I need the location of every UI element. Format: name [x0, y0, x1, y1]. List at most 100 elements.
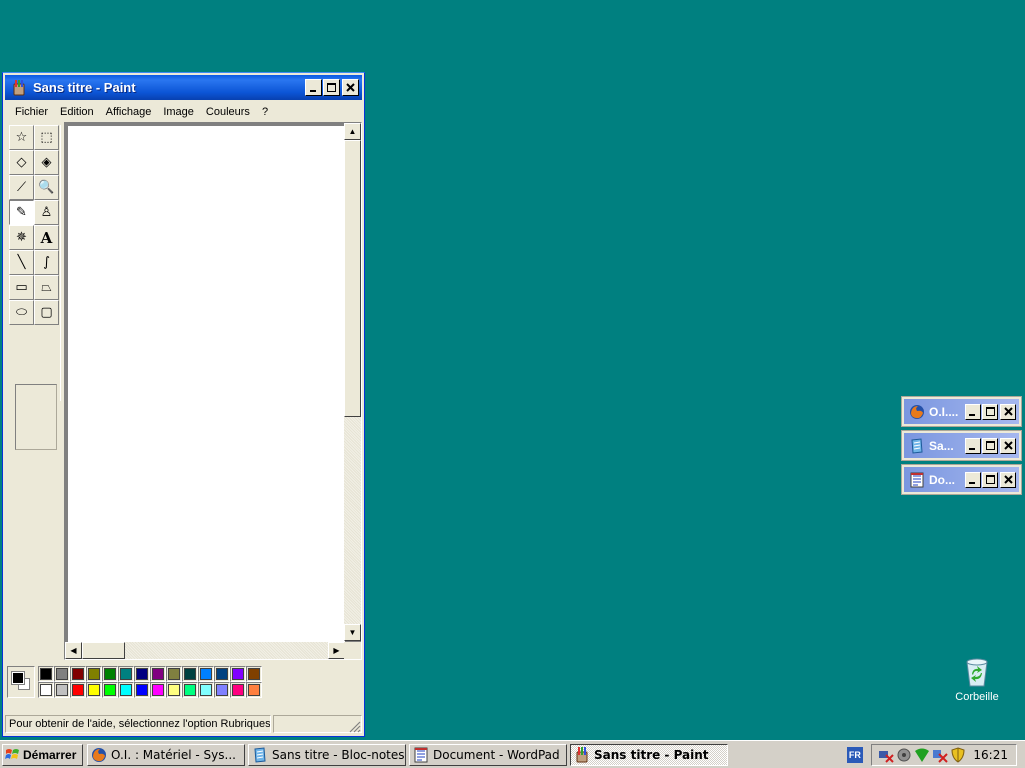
drawing-canvas[interactable] [68, 126, 345, 642]
color-swatch[interactable] [54, 666, 70, 682]
color-swatch[interactable] [214, 682, 230, 698]
tool-button[interactable]: A [34, 225, 59, 250]
clock[interactable]: 16:21 [973, 748, 1008, 762]
taskbar-button-wordpad[interactable]: Document - WordPad [409, 743, 567, 766]
tool-button[interactable]: 🔍 [34, 175, 59, 200]
menu-fichier[interactable]: Fichier [9, 106, 54, 118]
tool-button[interactable]: ╲ [9, 250, 34, 275]
tool-button[interactable]: ⬭ [9, 300, 34, 325]
tool-button[interactable]: ▭ [9, 275, 34, 300]
tool-button[interactable]: ☆ [9, 125, 34, 150]
color-swatch[interactable] [166, 666, 182, 682]
tool-button[interactable]: ✵ [9, 225, 34, 250]
color-swatch[interactable] [118, 666, 134, 682]
horizontal-scrollbar[interactable]: ◀ ▶ [65, 642, 345, 659]
canvas-area: ▲ ▼ ◀ ▶ [64, 122, 362, 660]
tool-button[interactable]: ⏢ [34, 275, 59, 300]
tool-button[interactable]: ⬚ [34, 125, 59, 150]
minimized-window-notepad[interactable]: Sa... [901, 430, 1022, 461]
rectangle-icon: ▭ [15, 280, 28, 295]
minimize-button[interactable] [305, 79, 322, 96]
restore-minimize-button[interactable] [965, 403, 981, 420]
paint-window[interactable]: Sans titre - Paint Fichier Edition Affic… [2, 72, 365, 737]
color-swatch[interactable] [134, 682, 150, 698]
firefox-icon [92, 747, 106, 762]
horizontal-scroll-thumb[interactable] [82, 642, 125, 659]
color-swatch[interactable] [166, 682, 182, 698]
tool-button[interactable]: ⟋ [9, 175, 34, 200]
security-shield-icon[interactable] [950, 747, 966, 763]
tool-button[interactable]: ∫ [34, 250, 59, 275]
tool-button[interactable]: ◇ [9, 150, 34, 175]
color-swatch[interactable] [150, 682, 166, 698]
color-swatch[interactable] [150, 666, 166, 682]
wireless-icon[interactable] [914, 747, 930, 763]
recycle-bin-shortcut[interactable]: Corbeille [948, 656, 1006, 703]
color-swatch[interactable] [70, 682, 86, 698]
minimized-window-wordpad[interactable]: Do... [901, 464, 1022, 495]
menu-couleurs[interactable]: Couleurs [200, 106, 256, 118]
language-indicator[interactable]: FR [847, 747, 863, 763]
volume-icon[interactable] [896, 747, 912, 763]
maximize-button[interactable] [323, 79, 340, 96]
color-swatch[interactable] [118, 682, 134, 698]
maximize-button[interactable] [982, 437, 998, 454]
tool-button[interactable]: ◈ [34, 150, 59, 175]
vertical-scroll-thumb[interactable] [344, 140, 361, 417]
color-swatch[interactable] [134, 666, 150, 682]
scroll-down-button[interactable]: ▼ [344, 624, 361, 641]
restore-minimize-button[interactable] [965, 471, 981, 488]
status-bar: Pour obtenir de l'aide, sélectionnez l'o… [5, 714, 362, 734]
color-swatch[interactable] [38, 666, 54, 682]
tool-button[interactable]: ✎ [9, 200, 34, 225]
magnifier-icon: 🔍 [38, 180, 55, 195]
color-swatch[interactable] [246, 666, 262, 682]
color-swatch[interactable] [86, 666, 102, 682]
color-swatch[interactable] [198, 666, 214, 682]
color-swatch[interactable] [182, 666, 198, 682]
color-swatch[interactable] [214, 666, 230, 682]
maximize-button[interactable] [982, 403, 998, 420]
color-swatch[interactable] [86, 682, 102, 698]
color-swatch[interactable] [38, 682, 54, 698]
line-icon: ╲ [17, 255, 26, 270]
color-swatch[interactable] [70, 666, 86, 682]
color-swatch[interactable] [230, 682, 246, 698]
maximize-button[interactable] [982, 471, 998, 488]
color-swatch[interactable] [246, 682, 262, 698]
color-swatch[interactable] [182, 682, 198, 698]
menu-affichage[interactable]: Affichage [100, 106, 158, 118]
scroll-right-button[interactable]: ▶ [328, 642, 345, 659]
resize-grip-icon[interactable] [349, 721, 361, 733]
tool-button[interactable]: ♙ [34, 200, 59, 225]
color-swatch[interactable] [54, 682, 70, 698]
taskbar-button-paint[interactable]: Sans titre - Paint [570, 743, 728, 766]
taskbar-button-notepad[interactable]: Sans titre - Bloc-notes [248, 743, 406, 766]
close-button[interactable] [1000, 437, 1016, 454]
scroll-left-button[interactable]: ◀ [65, 642, 82, 659]
connection-error-icon[interactable] [932, 747, 948, 763]
menu-edition[interactable]: Edition [54, 106, 100, 118]
tool-button[interactable]: ▢ [34, 300, 59, 325]
scroll-up-button[interactable]: ▲ [344, 123, 361, 140]
close-button[interactable] [1000, 403, 1016, 420]
close-button[interactable] [342, 79, 359, 96]
color-swatch[interactable] [102, 682, 118, 698]
color-swatch[interactable] [102, 666, 118, 682]
color-swatch[interactable] [230, 666, 246, 682]
start-button[interactable]: Démarrer [2, 743, 83, 766]
start-label: Démarrer [23, 747, 77, 762]
restore-minimize-button[interactable] [965, 437, 981, 454]
current-colors [7, 666, 35, 698]
menu-help[interactable]: ? [256, 106, 274, 118]
taskbar-button-firefox[interactable]: O.I. : Matériel - Sys... [87, 743, 245, 766]
wordpad-icon [414, 747, 428, 762]
close-button[interactable] [1000, 471, 1016, 488]
minimized-window-firefox[interactable]: O.I.... [901, 396, 1022, 427]
network-disconnected-icon[interactable] [878, 747, 894, 763]
title-bar[interactable]: Sans titre - Paint [5, 75, 362, 100]
menu-image[interactable]: Image [157, 106, 200, 118]
vertical-scrollbar[interactable]: ▲ ▼ [344, 123, 361, 641]
tool-options-panel[interactable] [15, 384, 57, 450]
color-swatch[interactable] [198, 682, 214, 698]
